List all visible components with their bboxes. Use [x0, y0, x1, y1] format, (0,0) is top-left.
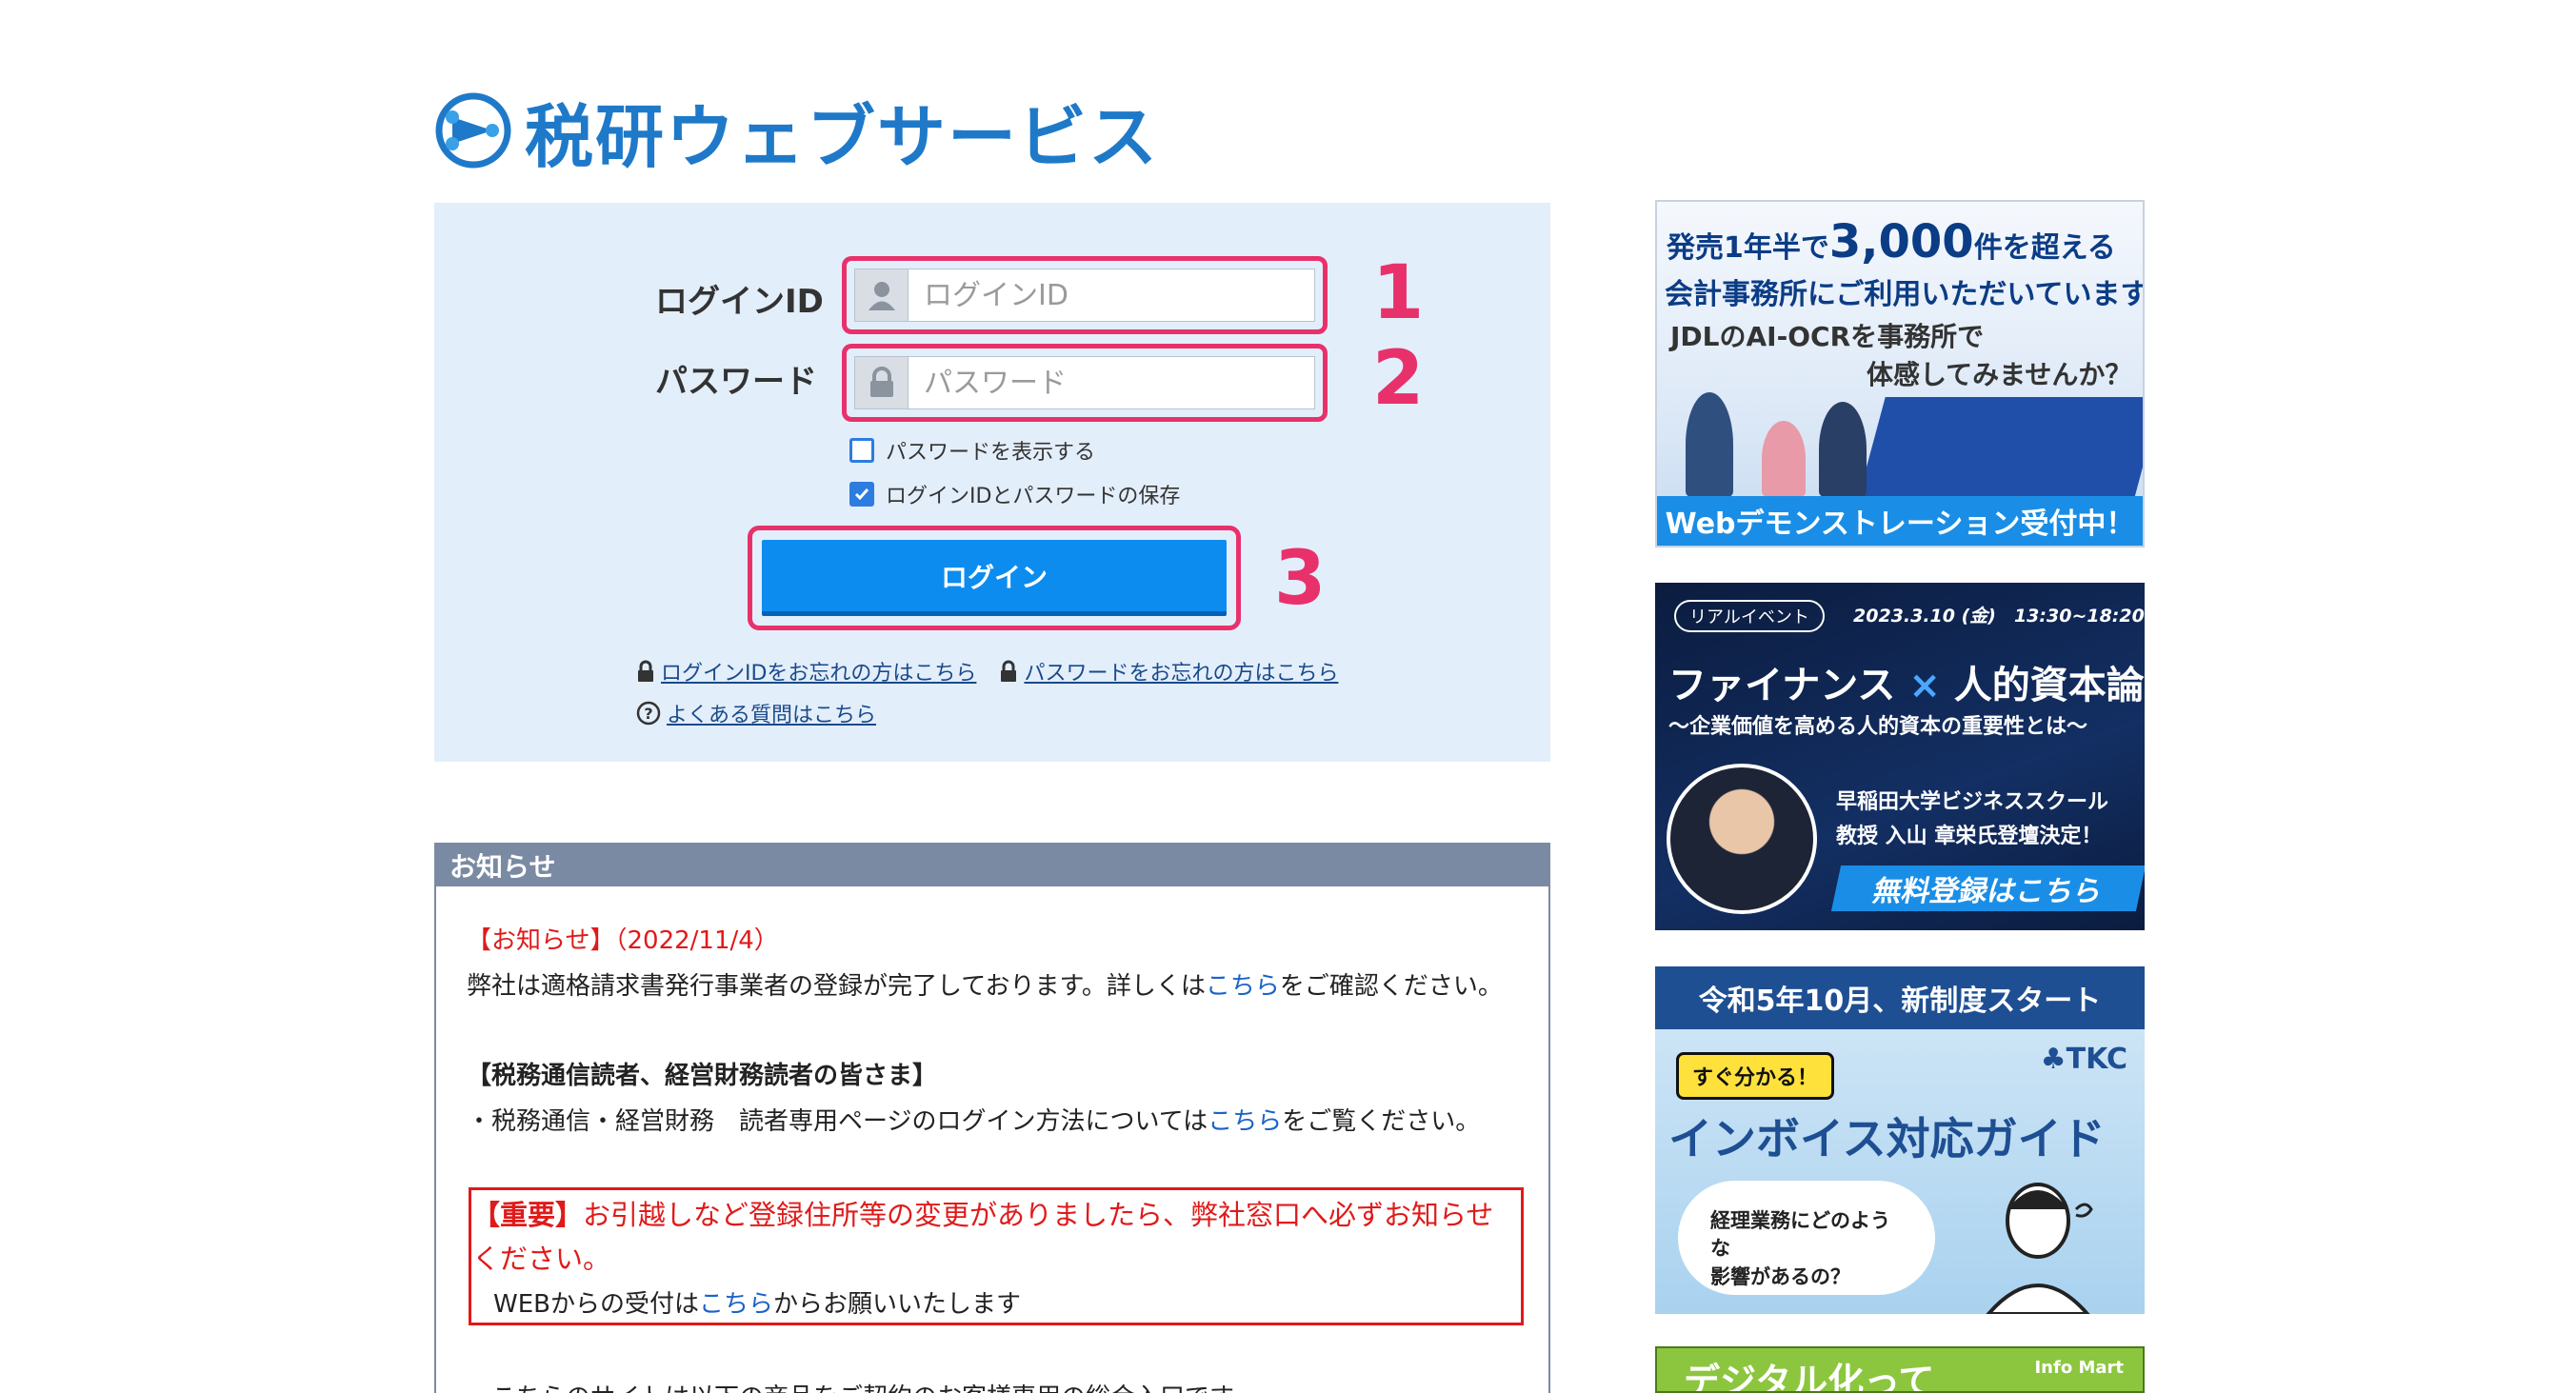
- notice-item2-text-after: をご覧ください。: [1282, 1107, 1481, 1136]
- b1-line3: JDLのAI-OCRを事務所で: [1670, 321, 1985, 352]
- b1-line4: 体感してみませんか？: [1867, 359, 2132, 390]
- b3-speech-bubble: 経理業務にどのような 影響があるの？: [1678, 1181, 1935, 1295]
- lock-small-icon: [638, 660, 653, 682]
- faq-row: ? よくある質問はこちら: [636, 698, 876, 728]
- notice-item2-link[interactable]: こちら: [1208, 1107, 1282, 1136]
- banner-infomart[interactable]: デジタル化って Info Mart: [1655, 1346, 2145, 1393]
- remember-checkbox[interactable]: [849, 482, 874, 507]
- password-label: パスワード: [655, 363, 817, 401]
- b2-date: 2023.3.10 (金) 13:30~18:20: [1853, 606, 2145, 627]
- b2-title-x: ×: [1908, 664, 1941, 707]
- notice-item2-text: ・税務通信・経営財務 読者専用ページのログイン方法についてはこちらをご覧ください…: [467, 1102, 1480, 1137]
- notice-item1-text-before: 弊社は適格請求書発行事業者の登録が完了しております。詳しくは: [467, 972, 1206, 1001]
- b2-speaker2: 教授 入山 章栄氏登壇決定！: [1836, 825, 2103, 848]
- important-text-2: ください。: [472, 1243, 611, 1275]
- login-id-highlight: [842, 256, 1328, 334]
- person-illustration: [1762, 421, 1806, 497]
- step-1-marker: 1: [1372, 250, 1425, 336]
- b2-cta: 無料登録はこちら: [1830, 866, 2145, 911]
- notice-item2-text-before: ・税務通信・経営財務 読者専用ページのログイン方法については: [467, 1107, 1208, 1136]
- login-id-label: ログインID: [655, 283, 824, 321]
- speaker-photo: [1667, 764, 1817, 914]
- important-web-line: WEBからの受付はこちらからお願いいたします: [493, 1284, 1021, 1320]
- svg-text:?: ?: [644, 705, 652, 723]
- show-password-label: パスワードを表示する: [886, 441, 1096, 465]
- important-label: 【重要】: [472, 1199, 584, 1231]
- b3-brand-text: TKC: [2066, 1043, 2127, 1076]
- tkc-logo-icon: ♣: [2040, 1043, 2067, 1076]
- person-illustration: [1686, 392, 1733, 497]
- forgot-id-link[interactable]: ログインIDをお忘れの方はこちら: [661, 656, 976, 687]
- b3-title: インボイス対応ガイド: [1668, 1113, 2106, 1164]
- banner-tkc-invoice[interactable]: 令和5年10月、新制度スタート ♣TKC すぐ分かる！ インボイス対応ガイド 経…: [1655, 966, 2145, 1314]
- ai-chip-graphic: [1857, 397, 2143, 502]
- b3-bubble-line1: 経理業務にどのような: [1710, 1209, 1890, 1261]
- remember-row[interactable]: ログインIDとパスワードの保存: [849, 479, 1180, 509]
- b3-badge: すぐ分かる！: [1676, 1052, 1835, 1100]
- b2-title: ファイナンス × 人的資本論: [1668, 654, 2145, 709]
- password-highlight: [842, 344, 1328, 422]
- help-icon: ?: [636, 701, 661, 726]
- step-3-marker: 3: [1274, 536, 1327, 622]
- b2-title-b: 人的資本論: [1953, 664, 2145, 707]
- lock-icon: [855, 357, 909, 408]
- b1-footer: Webデモンストレーション受付中！: [1657, 496, 2143, 546]
- login-id-field: [854, 269, 1315, 322]
- notice-item1-title: 【お知らせ】（2022/11/4）: [467, 926, 779, 955]
- b2-speaker1: 早稲田大学ビジネススクール: [1836, 790, 2109, 814]
- b1-line2: 会計事務所にご利用いただいています。: [1665, 278, 2145, 311]
- login-button[interactable]: ログイン: [762, 540, 1227, 616]
- b3-bubble-line2: 影響があるの？: [1710, 1264, 1850, 1288]
- login-button-highlight: ログイン: [748, 526, 1241, 630]
- notice-item1-link[interactable]: こちら: [1206, 972, 1280, 1001]
- show-password-row[interactable]: パスワードを表示する: [849, 435, 1095, 466]
- notice-heading: お知らせ: [436, 845, 1548, 886]
- b4-brand: Info Mart: [2034, 1358, 2124, 1378]
- step-2-marker: 2: [1372, 336, 1425, 422]
- page: 税研ウェブサービス ログインID 1 パスワード 2 パスワ: [0, 0, 2576, 1393]
- logo-icon: [435, 92, 511, 169]
- show-password-checkbox[interactable]: [849, 438, 874, 463]
- user-icon: [855, 269, 909, 321]
- site-logo[interactable]: 税研ウェブサービス: [433, 88, 1159, 177]
- password-input[interactable]: [909, 357, 1314, 408]
- logo-text: 税研ウェブサービス: [525, 96, 1160, 177]
- b4-text: デジタル化って: [1684, 1361, 1935, 1393]
- person-illustration: [1819, 402, 1867, 497]
- notice-section: お知らせ 【お知らせ】（2022/11/4） 弊社は適格請求書発行事業者の登録が…: [434, 843, 1550, 1393]
- remember-label: ログインIDとパスワードの保存: [886, 485, 1181, 508]
- important-text-line1: 【重要】お引越しなど登録住所等の変更がありましたら、弊社窓口へ必ずお知らせ: [472, 1193, 1493, 1233]
- notice-item1-text: 弊社は適格請求書発行事業者の登録が完了しております。詳しくはこちらをご確認くださ…: [467, 966, 1503, 1002]
- forgot-links-row: ログインIDをお忘れの方はこちら パスワードをお忘れの方はこちら: [636, 656, 1338, 687]
- important-web-after: からお願いいたします: [773, 1290, 1022, 1319]
- notice-item1-text-after: をご確認ください。: [1279, 972, 1503, 1001]
- important-text-1: お引越しなど登録住所等の変更がありましたら、弊社窓口へ必ずお知らせ: [583, 1199, 1494, 1231]
- forgot-password-link[interactable]: パスワードをお忘れの方はこちら: [1024, 656, 1338, 687]
- login-id-input[interactable]: [909, 269, 1314, 321]
- notice-item2-title: 【税務通信読者、経営財務読者の皆さま】: [467, 1062, 938, 1090]
- important-web-before: WEBからの受付は: [493, 1290, 699, 1319]
- notice-item4-text: ・こちらのサイトは以下の商品をご契約のお客様専用の総合入口です。: [467, 1378, 1256, 1393]
- b3-header: 令和5年10月、新制度スタート: [1655, 966, 2145, 1029]
- important-web-link[interactable]: こちら: [699, 1290, 773, 1319]
- b1-line1-big: 3,000: [1828, 215, 1974, 269]
- b1-line1-post: 件を超える: [1973, 231, 2116, 265]
- b2-title-a: ファイナンス: [1668, 664, 1896, 707]
- b1-line1-pre: 発売1年半で: [1667, 231, 1829, 265]
- b3-brand: ♣TKC: [2041, 1043, 2127, 1076]
- lock-small-icon: [1001, 660, 1017, 682]
- login-panel: ログインID 1 パスワード 2 パスワードを表示する: [434, 203, 1550, 762]
- banner-jdl-ai-ocr[interactable]: 発売1年半で3,000件を超える 会計事務所にご利用いただいています。 JDLの…: [1655, 200, 2145, 547]
- b2-subtitle: ～企業価値を高める人的資本の重要性とは～: [1668, 715, 2088, 739]
- b2-tag: リアルイベント: [1674, 600, 1825, 632]
- b1-line1: 発売1年半で3,000件を超える: [1667, 215, 2116, 269]
- thinking-man-illustration: [1986, 1183, 2093, 1314]
- banner-finance-event[interactable]: リアルイベント 2023.3.10 (金) 13:30~18:20 ファイナンス…: [1655, 583, 2145, 930]
- checkmark-icon: [854, 488, 869, 501]
- password-field: [854, 356, 1315, 409]
- faq-link[interactable]: よくある質問はこちら: [667, 698, 876, 728]
